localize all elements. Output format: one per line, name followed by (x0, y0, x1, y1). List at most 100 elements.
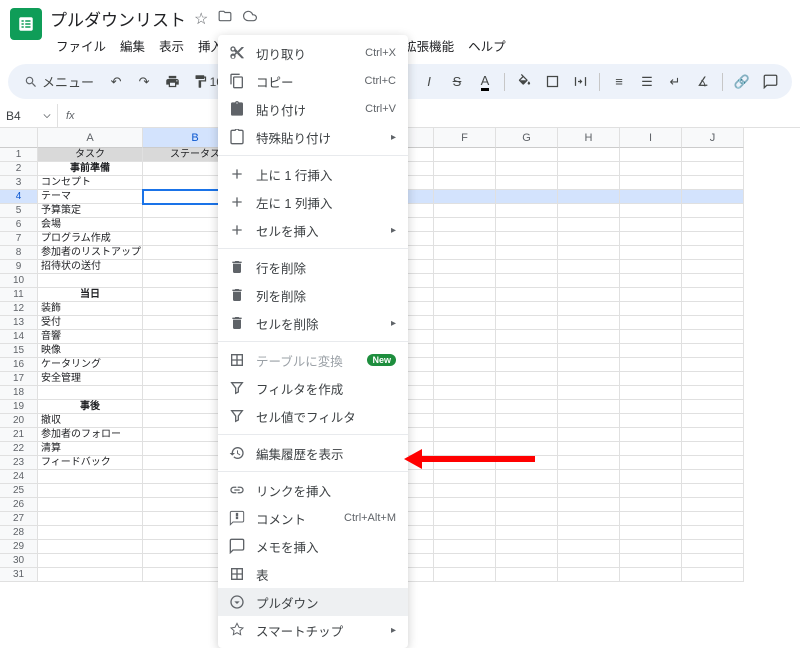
cell[interactable] (620, 246, 682, 260)
cell[interactable]: 予算策定 (38, 204, 143, 218)
fill-color-button[interactable] (512, 70, 536, 94)
cell[interactable] (682, 512, 744, 526)
menu-ファイル[interactable]: ファイル (50, 33, 112, 58)
ctx-comment[interactable]: コメントCtrl+Alt+M (218, 504, 408, 532)
cell[interactable] (558, 428, 620, 442)
cell[interactable] (682, 568, 744, 582)
cell[interactable] (558, 274, 620, 288)
cell[interactable] (682, 288, 744, 302)
cell[interactable] (434, 204, 496, 218)
cell[interactable] (496, 540, 558, 554)
cell[interactable] (558, 512, 620, 526)
menu-search[interactable]: メニュー (18, 72, 100, 91)
cell[interactable] (434, 442, 496, 456)
cell[interactable] (558, 526, 620, 540)
cell[interactable] (620, 204, 682, 218)
cell[interactable] (620, 442, 682, 456)
cell[interactable] (434, 512, 496, 526)
row-header[interactable]: 8 (0, 246, 38, 260)
valign-button[interactable]: ☰ (635, 70, 659, 94)
cell[interactable] (434, 554, 496, 568)
cell[interactable] (38, 540, 143, 554)
cell[interactable] (434, 330, 496, 344)
col-header-G[interactable]: G (496, 128, 558, 148)
cell[interactable]: タスク (38, 148, 143, 162)
cell[interactable]: 受付 (38, 316, 143, 330)
cell[interactable] (38, 470, 143, 484)
ctx-paste_special[interactable]: 特殊貼り付け▸ (218, 123, 408, 151)
row-header[interactable]: 10 (0, 274, 38, 288)
cell[interactable] (496, 442, 558, 456)
cell[interactable] (620, 386, 682, 400)
cell[interactable] (620, 330, 682, 344)
menu-編集[interactable]: 編集 (114, 33, 151, 58)
cell[interactable] (682, 162, 744, 176)
row-header[interactable]: 3 (0, 176, 38, 190)
cell[interactable] (682, 400, 744, 414)
cell[interactable] (682, 372, 744, 386)
cell[interactable] (496, 526, 558, 540)
row-header[interactable]: 17 (0, 372, 38, 386)
cell[interactable] (682, 554, 744, 568)
cell[interactable] (682, 386, 744, 400)
cell[interactable] (682, 176, 744, 190)
rotate-button[interactable]: ∡ (691, 70, 715, 94)
cell[interactable] (620, 316, 682, 330)
cell[interactable] (558, 232, 620, 246)
cell[interactable] (620, 232, 682, 246)
row-header[interactable]: 12 (0, 302, 38, 316)
cell[interactable]: テーマ (38, 190, 143, 204)
cell[interactable]: 事後 (38, 400, 143, 414)
ctx-paste[interactable]: 貼り付けCtrl+V (218, 95, 408, 123)
cell[interactable] (496, 400, 558, 414)
redo-button[interactable]: ↷ (132, 70, 156, 94)
cell[interactable] (558, 386, 620, 400)
cell[interactable] (434, 176, 496, 190)
cell[interactable] (496, 246, 558, 260)
cell[interactable] (496, 428, 558, 442)
cell[interactable] (558, 498, 620, 512)
row-header[interactable]: 9 (0, 260, 38, 274)
text-color-button[interactable]: A (473, 70, 497, 94)
cell[interactable]: 当日 (38, 288, 143, 302)
cell[interactable] (38, 274, 143, 288)
cell[interactable] (496, 176, 558, 190)
menu-表示[interactable]: 表示 (153, 33, 190, 58)
row-header[interactable]: 20 (0, 414, 38, 428)
cell[interactable] (682, 190, 744, 204)
cell[interactable]: 清算 (38, 442, 143, 456)
print-button[interactable] (160, 70, 184, 94)
ctx-insert_cells[interactable]: セルを挿入▸ (218, 216, 408, 244)
cell[interactable] (496, 470, 558, 484)
cell[interactable]: 事前準備 (38, 162, 143, 176)
col-header-J[interactable]: J (682, 128, 744, 148)
ctx-insert_note[interactable]: メモを挿入 (218, 532, 408, 560)
cell[interactable] (496, 498, 558, 512)
cell[interactable] (496, 274, 558, 288)
cell[interactable] (496, 288, 558, 302)
cell[interactable] (620, 400, 682, 414)
comment-button[interactable] (758, 70, 782, 94)
row-header[interactable]: 25 (0, 484, 38, 498)
cell[interactable] (558, 148, 620, 162)
cell[interactable] (558, 260, 620, 274)
cell[interactable] (682, 540, 744, 554)
cell[interactable] (682, 260, 744, 274)
ctx-dropdown[interactable]: プルダウン (218, 588, 408, 616)
cell[interactable] (496, 162, 558, 176)
cell[interactable] (620, 344, 682, 358)
cell[interactable] (682, 302, 744, 316)
ctx-convert_table[interactable]: テーブルに変換New (218, 346, 408, 374)
cell[interactable]: 参加者のリストアップ (38, 246, 143, 260)
cell[interactable] (434, 302, 496, 316)
cell[interactable] (434, 162, 496, 176)
cell[interactable] (620, 568, 682, 582)
cell[interactable] (558, 344, 620, 358)
italic-button[interactable]: I (417, 70, 441, 94)
cell[interactable] (620, 484, 682, 498)
cell[interactable] (620, 176, 682, 190)
row-header[interactable]: 4 (0, 190, 38, 204)
cell[interactable] (434, 470, 496, 484)
cell[interactable] (434, 498, 496, 512)
row-header[interactable]: 6 (0, 218, 38, 232)
